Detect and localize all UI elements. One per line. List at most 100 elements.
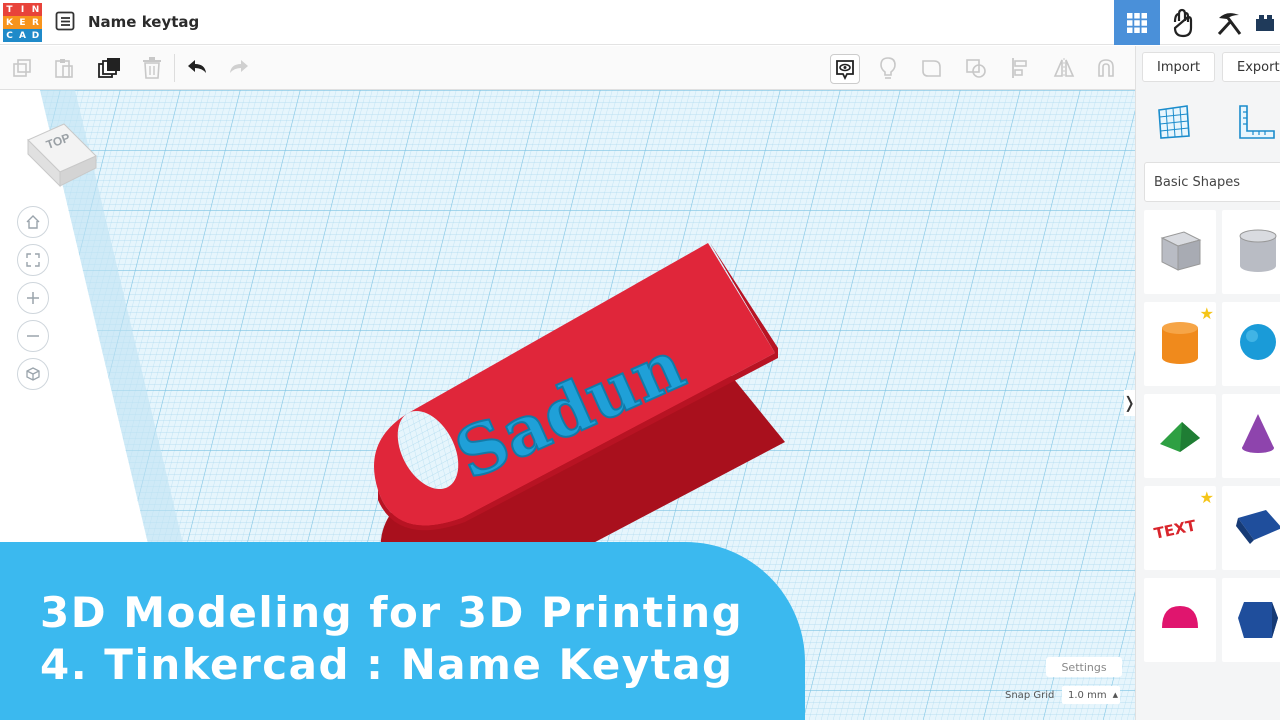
shape-tile-cylinder-hole[interactable]: [1222, 210, 1280, 294]
box-icon: [1154, 224, 1206, 281]
perspective-icon: [26, 367, 40, 381]
banner-line-2: 4. Tinkercad : Name Keytag: [40, 640, 734, 689]
tinker-hand-button[interactable]: [1160, 0, 1206, 45]
shape-tile-cylinder[interactable]: ★: [1144, 302, 1216, 386]
roof-icon: [1154, 408, 1206, 465]
sphere-icon: [1232, 316, 1280, 373]
import-button[interactable]: Import: [1142, 52, 1216, 82]
logo-letter: T: [3, 3, 16, 16]
light-bulb-icon: [880, 57, 896, 79]
copy-button[interactable]: [8, 54, 36, 82]
half-sphere-icon: [1154, 592, 1206, 649]
perspective-button[interactable]: [17, 358, 49, 390]
tinkercad-logo[interactable]: TINKERCAD: [3, 3, 42, 42]
duplicate-button[interactable]: [95, 54, 123, 82]
text-shape-label: TEXT: [1152, 516, 1198, 543]
undo-icon: [188, 60, 206, 73]
zoom-in-icon: [27, 292, 39, 304]
toolbar-divider: [174, 54, 175, 82]
tinkercad-app: TINKERCAD Name keytag Sadun TOP ❭ Import…: [0, 0, 1280, 720]
collapse-panel-button[interactable]: ❭: [1122, 390, 1135, 416]
title-banner: 3D Modeling for 3D Printing 4. Tinkercad…: [0, 542, 805, 720]
home-icon: [26, 215, 40, 229]
shape-tile-roof[interactable]: [1144, 394, 1216, 478]
logo-letter: N: [29, 3, 42, 16]
snap-grid-value: 1.0 mm: [1068, 689, 1107, 701]
pickaxe-button[interactable]: [1206, 0, 1252, 45]
workplane-icon: [1158, 105, 1190, 139]
ungroup-icon: [966, 59, 986, 78]
notes-button[interactable]: [830, 54, 860, 84]
magnet-icon: [1098, 59, 1114, 77]
export-button[interactable]: Export: [1222, 52, 1280, 82]
logo-letter: R: [29, 16, 42, 29]
tinker-hand-icon: [1173, 8, 1193, 37]
shape-tile-half-sphere[interactable]: [1144, 578, 1216, 662]
shapes-panel: Import Export Basic Shapes ★ TEXT ★: [1135, 46, 1280, 720]
chevron-right-icon: ❭: [1122, 395, 1135, 412]
duplicate-icon: [98, 58, 120, 78]
fit-view-button[interactable]: [17, 244, 49, 276]
group-button[interactable]: [918, 54, 946, 82]
paste-button[interactable]: [50, 54, 78, 82]
delete-button[interactable]: [138, 54, 166, 82]
mirror-button[interactable]: [1050, 54, 1078, 82]
grid-view-button[interactable]: [1114, 0, 1160, 45]
shape-category-label: Basic Shapes: [1154, 174, 1241, 190]
grid-view-icon: [1127, 12, 1147, 33]
logo-letter: E: [16, 16, 29, 29]
redo-button[interactable]: [225, 54, 253, 82]
align-icon: [1012, 58, 1027, 78]
snap-grid-label: Snap Grid: [1005, 690, 1055, 701]
redo-icon: [230, 60, 248, 73]
ruler-tool[interactable]: [1236, 102, 1276, 142]
shape-tile-cone[interactable]: [1222, 394, 1280, 478]
star-icon: ★: [1199, 306, 1214, 323]
undo-button[interactable]: [183, 54, 211, 82]
edit-toolbar: [0, 46, 1135, 90]
star-icon: ★: [1199, 490, 1214, 507]
cylinder-icon: [1154, 316, 1206, 373]
design-menu-icon[interactable]: [55, 11, 75, 31]
home-view-button[interactable]: [17, 206, 49, 238]
design-title[interactable]: Name keytag: [88, 13, 199, 31]
copy-icon: [13, 59, 31, 77]
shape-tile-text[interactable]: TEXT ★: [1144, 486, 1216, 570]
snap-grid-select[interactable]: 1.0 mm ▲: [1062, 686, 1120, 704]
fit-view-icon: [26, 253, 40, 267]
workplane-tool[interactable]: [1154, 102, 1194, 142]
logo-letter: C: [3, 29, 16, 42]
top-bar: TINKERCAD Name keytag: [0, 0, 1280, 45]
pickaxe-icon: [1217, 12, 1242, 35]
ungroup-button[interactable]: [962, 54, 990, 82]
text-icon: TEXT: [1152, 500, 1208, 557]
bricks-button[interactable]: [1252, 0, 1280, 45]
delete-icon: [143, 57, 161, 79]
cylinder-hole-icon: [1232, 224, 1280, 281]
notes-icon: [836, 60, 854, 80]
banner-line-1: 3D Modeling for 3D Printing: [40, 588, 744, 637]
shape-category-select[interactable]: Basic Shapes: [1144, 162, 1280, 202]
light-bulb-button[interactable]: [874, 54, 902, 82]
ruler-icon: [1239, 105, 1275, 139]
wedge-icon: [1232, 500, 1280, 557]
shape-tile-sphere[interactable]: [1222, 302, 1280, 386]
caret-up-icon: ▲: [1112, 691, 1118, 699]
group-icon: [922, 60, 941, 77]
logo-letter: D: [29, 29, 42, 42]
zoom-out-button[interactable]: [17, 320, 49, 352]
bricks-icon: [1256, 14, 1274, 31]
zoom-in-button[interactable]: [17, 282, 49, 314]
logo-letter: A: [16, 29, 29, 42]
settings-button[interactable]: Settings: [1046, 657, 1122, 677]
mirror-icon: [1053, 58, 1075, 78]
align-button[interactable]: [1006, 54, 1034, 82]
paste-icon: [55, 59, 73, 78]
view-cube[interactable]: TOP: [20, 110, 100, 190]
magnet-button[interactable]: [1092, 54, 1120, 82]
polygon-icon: [1232, 592, 1280, 649]
shape-tile-box[interactable]: [1144, 210, 1216, 294]
shape-tile-wedge[interactable]: [1222, 486, 1280, 570]
shape-tile-polygon[interactable]: [1222, 578, 1280, 662]
logo-letter: K: [3, 16, 16, 29]
